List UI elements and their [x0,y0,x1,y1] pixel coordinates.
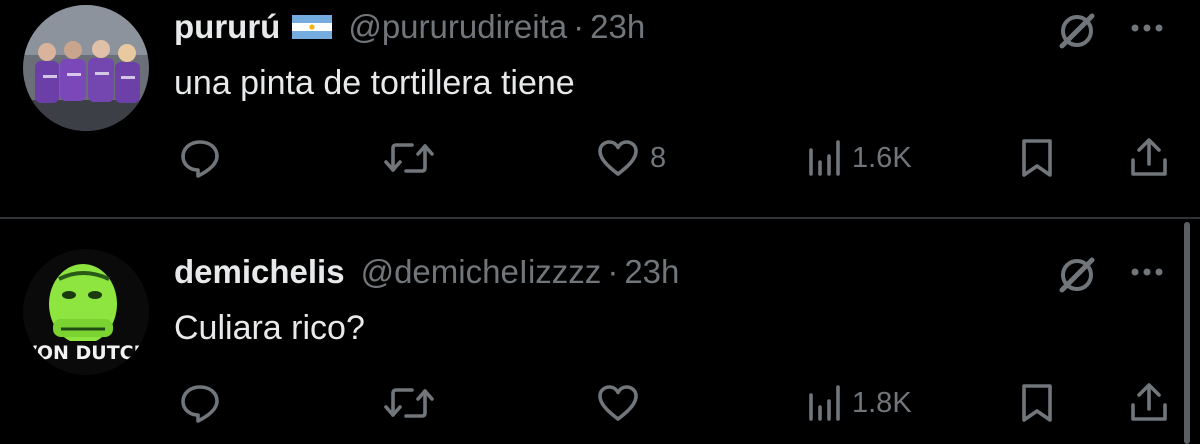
tweet-header: demichelis @demicheIizzzz · 23h [174,250,679,294]
views-button[interactable]: 1.8K [806,373,912,433]
timestamp[interactable]: 23h [624,253,679,291]
bookmark-button[interactable] [1017,373,1057,433]
grok-icon[interactable] [1054,252,1100,298]
avatar[interactable]: VON DUTCH [23,249,149,375]
heart-icon [598,140,638,176]
display-name[interactable]: demichelis [174,253,345,291]
analytics-icon [809,140,840,176]
views-button[interactable]: 1.6K [806,128,912,188]
heart-icon [598,385,638,421]
display-name[interactable]: pururú [174,8,280,46]
like-button[interactable]: 8 [596,128,666,188]
tweet-actions: 8 1.6K [0,128,1200,188]
timestamp[interactable]: 23h [590,8,645,46]
user-handle[interactable]: @pururudireita [348,8,567,46]
more-options-icon[interactable] [1127,8,1167,48]
view-count: 1.6K [852,141,912,174]
bookmark-button[interactable] [1017,128,1057,188]
user-handle[interactable]: @demicheIizzzz [361,253,602,291]
grok-icon[interactable] [1054,8,1100,54]
reply-icon [181,140,219,178]
separator-dot: · [607,253,619,290]
retweet-button[interactable] [384,373,444,433]
tweet-header: pururú @pururudireita · 23h [174,5,645,49]
bookmark-icon [1022,384,1052,422]
view-count: 1.8K [852,386,912,419]
share-icon [1131,383,1167,421]
tweet[interactable]: pururú @pururudireita · 23h una pinta de… [0,0,1200,218]
retweet-icon [384,388,434,418]
share-button[interactable] [1127,128,1171,188]
reply-button[interactable] [178,373,232,433]
share-icon [1131,138,1167,176]
argentina-flag-icon [292,15,333,39]
more-options-icon[interactable] [1127,252,1167,292]
retweet-icon [384,143,434,173]
like-button[interactable] [596,373,650,433]
avatar[interactable] [23,5,149,131]
tweet-actions: 1.8K [0,373,1200,433]
separator-dot: · [573,8,585,45]
avatar-text: VON DUTCH [23,342,149,364]
tweet-text: Culiara rico? [174,309,365,347]
scrollbar[interactable] [1184,222,1190,444]
like-count: 8 [650,141,667,174]
tweet-text: una pinta de tortillera tiene [174,64,575,102]
tweet[interactable]: VON DUTCH demichelis @demicheIizzzz · 23… [0,219,1200,437]
analytics-icon [809,385,840,421]
avatar-image: VON DUTCH [23,249,149,375]
reply-icon [181,385,219,423]
reply-button[interactable] [178,128,232,188]
share-button[interactable] [1127,373,1171,433]
retweet-button[interactable] [384,128,444,188]
avatar-image [23,5,149,131]
bookmark-icon [1022,139,1052,177]
